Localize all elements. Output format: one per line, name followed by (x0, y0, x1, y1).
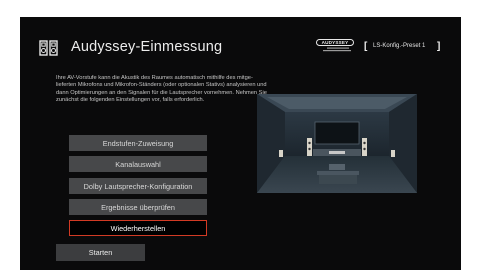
description-text: Ihre AV-Vorstufe kann die Akustik des Ra… (56, 75, 267, 104)
audyssey-logo: AUDYSSEY (316, 39, 354, 55)
menu-restore[interactable]: Wiederherstellen (69, 220, 207, 236)
preset-bracket-left: [ (364, 41, 368, 52)
listening-room-illustration (257, 94, 417, 193)
menu-check-results[interactable]: Ergebnisse überprüfen (69, 199, 207, 215)
preset-bracket-right: ] (437, 41, 441, 52)
audyssey-logo-text: AUDYSSEY (316, 39, 354, 46)
audyssey-logo-fineprint (323, 47, 351, 52)
speaker-setup-icon (39, 40, 58, 56)
menu-amp-assign[interactable]: Endstufen-Zuweisung (69, 135, 207, 151)
start-button[interactable]: Starten (56, 244, 145, 261)
menu-channel-select[interactable]: Kanalauswahl (69, 156, 207, 172)
speaker-preset-label[interactable]: LS-Konfig.-Preset 1 (373, 43, 425, 49)
menu-dolby-speaker-config[interactable]: Dolby Lautsprecher-Konfiguration (69, 178, 207, 194)
page-title: Audyssey-Einmessung (71, 39, 223, 55)
